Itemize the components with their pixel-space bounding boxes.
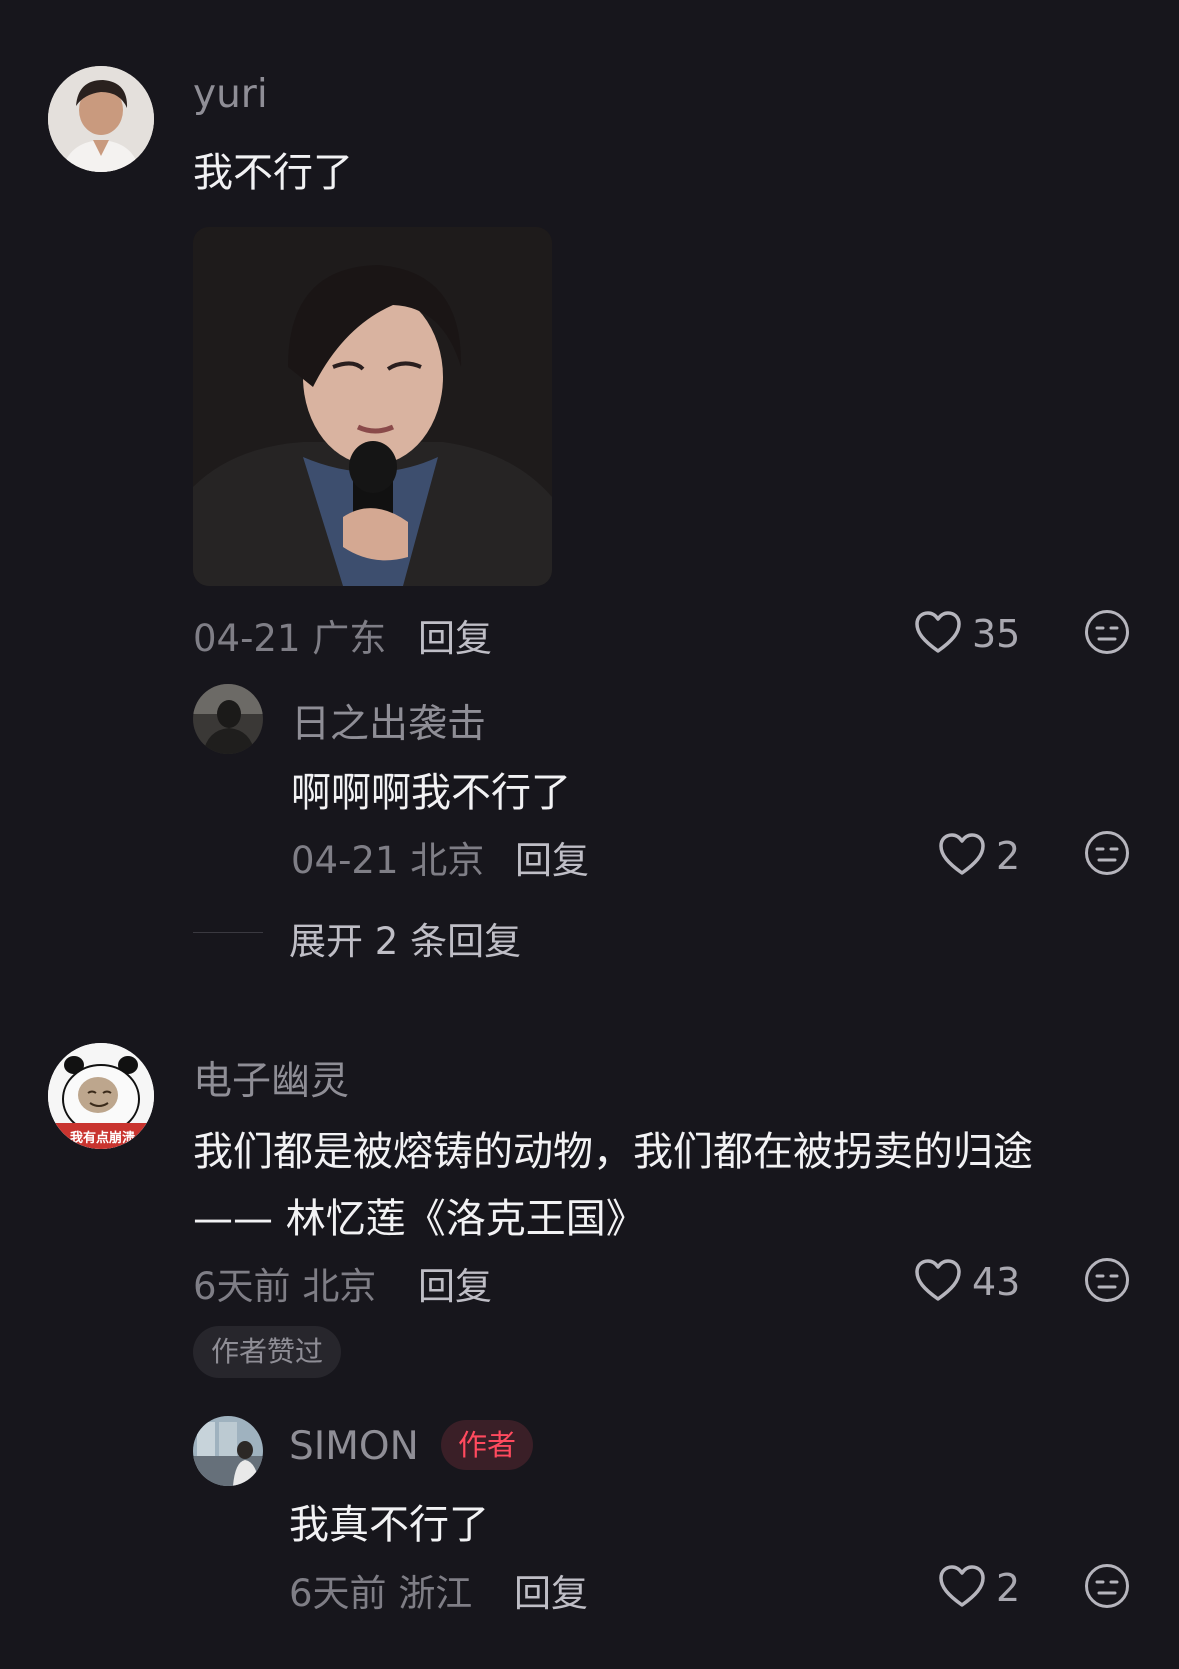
avatar[interactable] [48,66,154,172]
avatar-caption: 我有点崩溃 [70,1131,136,1146]
heart-icon[interactable] [938,1564,986,1608]
comment-location: 广东 [312,617,387,660]
heart-icon[interactable] [914,1258,962,1302]
comment-location: 北京 [302,1265,377,1308]
neutral-face-icon[interactable] [1084,609,1130,655]
avatar[interactable]: 我有点崩溃 [48,1043,154,1149]
neutral-face-icon[interactable] [1084,1257,1130,1303]
reply-text: 啊啊啊我不行了 [291,770,571,816]
like-count: 2 [996,834,1021,878]
reply-button[interactable]: 回复 [418,608,492,662]
reply-button[interactable]: 回复 [514,1563,588,1617]
author-liked-badge: 作者赞过 [193,1326,342,1378]
reply-text: 我真不行了 [289,1502,489,1548]
avatar[interactable] [193,684,263,754]
reply-button[interactable]: 回复 [418,1256,492,1310]
reply-time: 6天前 [289,1572,387,1615]
neutral-face-icon[interactable] [1084,1563,1130,1609]
expand-replies-button[interactable]: 展开 2 条回复 [289,911,521,965]
comment-image[interactable] [193,227,552,586]
reply-location: 北京 [410,839,485,882]
reply-button[interactable]: 回复 [515,830,589,884]
reply-username[interactable]: SIMON [289,1424,419,1469]
expand-divider [193,932,263,933]
heart-icon[interactable] [914,610,962,654]
comment-text: 我不行了 [193,150,353,196]
comment-time: 04-21 [193,617,301,660]
comment-username[interactable]: yuri [193,72,268,117]
comment-text-line1: 我们都是被熔铸的动物，我们都在被拐卖的归途 [193,1129,1033,1175]
heart-icon[interactable] [938,832,986,876]
comment-text-line2: —— 林忆莲《洛克王国》 [193,1196,646,1242]
reply-location: 浙江 [398,1572,473,1615]
like-count: 2 [996,1566,1021,1610]
author-badge: 作者 [441,1420,534,1470]
comment-time: 6天前 [193,1265,291,1308]
comment-username[interactable]: 电子幽灵 [193,1050,349,1106]
reply-time: 04-21 [291,839,399,882]
avatar[interactable] [193,1416,263,1486]
neutral-face-icon[interactable] [1084,830,1130,876]
like-count: 43 [972,1260,1021,1304]
like-count: 35 [972,612,1021,656]
reply-username[interactable]: 日之出袭击 [291,693,486,749]
